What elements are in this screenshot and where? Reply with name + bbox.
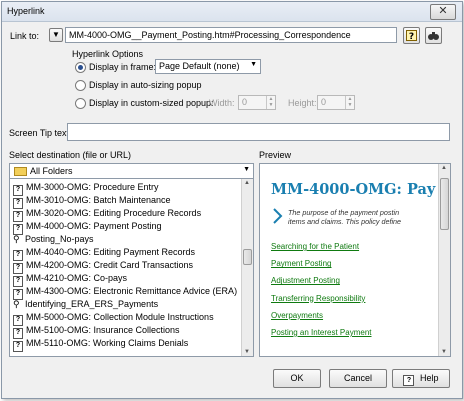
destination-scrollbar[interactable]: ▲ ▼ [241,179,253,356]
link-type-dropdown[interactable]: ▼ [49,28,63,42]
preview-link[interactable]: Overpayments [271,311,323,320]
help-button-label: Help [420,373,439,383]
bookmark-link-icon: ⚲ [13,234,20,244]
list-item[interactable]: ? MM-3020-OMG: Editing Procedure Records [13,207,202,222]
scroll-up-icon[interactable]: ▲ [244,180,250,186]
list-item[interactable]: ? MM-4040-OMG: Editing Payment Records [13,246,196,261]
destination-label: Select destination (file or URL) [9,150,132,160]
list-item[interactable]: ? MM-5000-OMG: Collection Module Instruct… [13,311,214,326]
scroll-thumb[interactable] [243,249,252,265]
list-item[interactable]: ? MM-4210-OMG: Co-pays [13,272,128,287]
help-button[interactable]: ? Help [392,369,450,388]
title-bar: Hyperlink ✕ [2,2,462,22]
hyperlink-options-label: Hyperlink Options [72,49,144,59]
preview-intro-line1: The purpose of the payment postin [288,208,400,217]
screen-tip-input[interactable] [67,123,450,141]
list-item-label: MM-3010-OMG: Batch Maintenance [26,195,171,205]
preview-intro-line2: items and claims. This policy define [288,217,402,226]
list-item[interactable]: ? MM-3010-OMG: Batch Maintenance [13,194,171,209]
scroll-down-icon[interactable]: ▼ [244,349,250,355]
list-item-label: MM-4300-OMG: Electronic Remittance Advic… [26,286,238,296]
scroll-up-icon[interactable]: ▲ [441,165,447,171]
folder-select-value: All Folders [30,166,73,176]
preview-scrollbar[interactable]: ▲ ▼ [438,164,450,356]
height-spinner[interactable]: 0 ▲ ▼ [317,95,355,110]
height-value: 0 [321,97,327,107]
list-item[interactable]: ? MM-5100-OMG: Insurance Collections [13,324,180,339]
help-icon: ? [403,375,415,386]
list-item-label: MM-4200-OMG: Credit Card Transactions [26,260,194,270]
help-topic-icon: ? [406,30,417,42]
browse-topic-button[interactable]: ? [403,27,420,44]
chevron-down-icon: ▼ [52,30,60,39]
preview-link[interactable]: Transferring Responsibility [271,294,365,303]
list-item-label: MM-5110-OMG: Working Claims Denials [26,338,189,348]
width-spinner[interactable]: 0 ▲ ▼ [238,95,276,110]
preview-pane: MM-4000-OMG: Pay The purpose of the paym… [259,163,451,357]
browse-file-button[interactable] [425,27,442,44]
chevron-down-icon: ▼ [250,61,257,68]
list-item-label: MM-5100-OMG: Insurance Collections [26,325,180,335]
list-item-label: MM-4000-OMG: Payment Posting [26,221,162,231]
frame-select-value: Page Default (none) [159,61,240,71]
list-item[interactable]: ? MM-3000-OMG: Procedure Entry [13,181,159,196]
list-item-label: MM-4040-OMG: Editing Payment Records [26,247,196,257]
display-in-frame-radio[interactable] [75,62,86,73]
screen-tip-label: Screen Tip text: [9,128,72,138]
height-label: Height: [288,98,317,108]
frame-select[interactable]: Page Default (none) ▼ [155,59,261,74]
list-item[interactable]: ? MM-4000-OMG: Payment Posting [13,220,162,235]
list-item[interactable]: ⚲ Posting_No-pays [13,233,94,245]
svg-text:?: ? [409,32,414,42]
list-item[interactable]: ⚲ Identifying_ERA_ERS_Payments [13,298,158,310]
binoculars-icon [428,32,439,40]
list-item-label: MM-4210-OMG: Co-pays [26,273,128,283]
list-item-label: MM-3020-OMG: Editing Procedure Records [26,208,202,218]
topic-icon: ? [13,341,23,352]
preview-link[interactable]: Posting an Interest Payment [271,328,372,337]
custom-sized-popup-radio[interactable] [75,98,86,109]
preview-heading: MM-4000-OMG: Pay [271,181,436,198]
custom-sized-popup-label: Display in custom-sized popup: [89,98,214,108]
preview-label: Preview [259,150,292,160]
chevron-down-icon: ▼ [243,166,250,173]
spinner-arrows-icon: ▲ ▼ [345,96,354,109]
hyperlink-dialog: Hyperlink ✕ Link to: ▼ MM-4000-OMG__Paym… [1,1,463,399]
close-button[interactable]: ✕ [430,4,456,20]
dialog-title: Hyperlink [7,6,45,16]
preview-link[interactable]: Payment Posting [271,259,331,268]
display-in-frame-label: Display in frame: [89,62,157,72]
auto-sizing-popup-label: Display in auto-sizing popup [89,80,202,90]
destination-list[interactable]: ? MM-3000-OMG: Procedure Entry? MM-3010-OM… [9,178,254,357]
preview-link[interactable]: Searching for the Patient [271,242,359,251]
auto-sizing-popup-radio[interactable] [75,80,86,91]
spinner-arrows-icon: ▲ ▼ [266,96,275,109]
list-item-label: Posting_No-pays [25,234,94,244]
link-to-value: MM-4000-OMG__Payment_Posting.htm#Process… [69,30,351,40]
folder-icon [14,167,27,176]
width-label: Width: [209,98,235,108]
list-item-label: MM-5000-OMG: Collection Module Instructi… [26,312,214,322]
list-item-label: Identifying_ERA_ERS_Payments [25,299,159,309]
list-item-label: MM-3000-OMG: Procedure Entry [26,182,159,192]
width-value: 0 [242,97,248,107]
scroll-down-icon[interactable]: ▼ [441,349,447,355]
preview-link[interactable]: Adjustment Posting [271,276,340,285]
chevron-right-icon [273,208,283,224]
folder-select[interactable]: All Folders ▼ [9,163,254,179]
ok-button[interactable]: OK [273,369,321,388]
list-item[interactable]: ? MM-4200-OMG: Credit Card Transactions [13,259,194,274]
list-item[interactable]: ? MM-5110-OMG: Working Claims Denials [13,337,189,352]
bookmark-link-icon: ⚲ [13,299,20,309]
list-item[interactable]: ? MM-4300-OMG: Electronic Remittance Advi… [13,285,238,300]
scroll-thumb[interactable] [440,178,449,230]
link-to-label: Link to: [10,31,40,41]
link-to-input[interactable]: MM-4000-OMG__Payment_Posting.htm#Process… [65,27,397,43]
cancel-button[interactable]: Cancel [329,369,387,388]
